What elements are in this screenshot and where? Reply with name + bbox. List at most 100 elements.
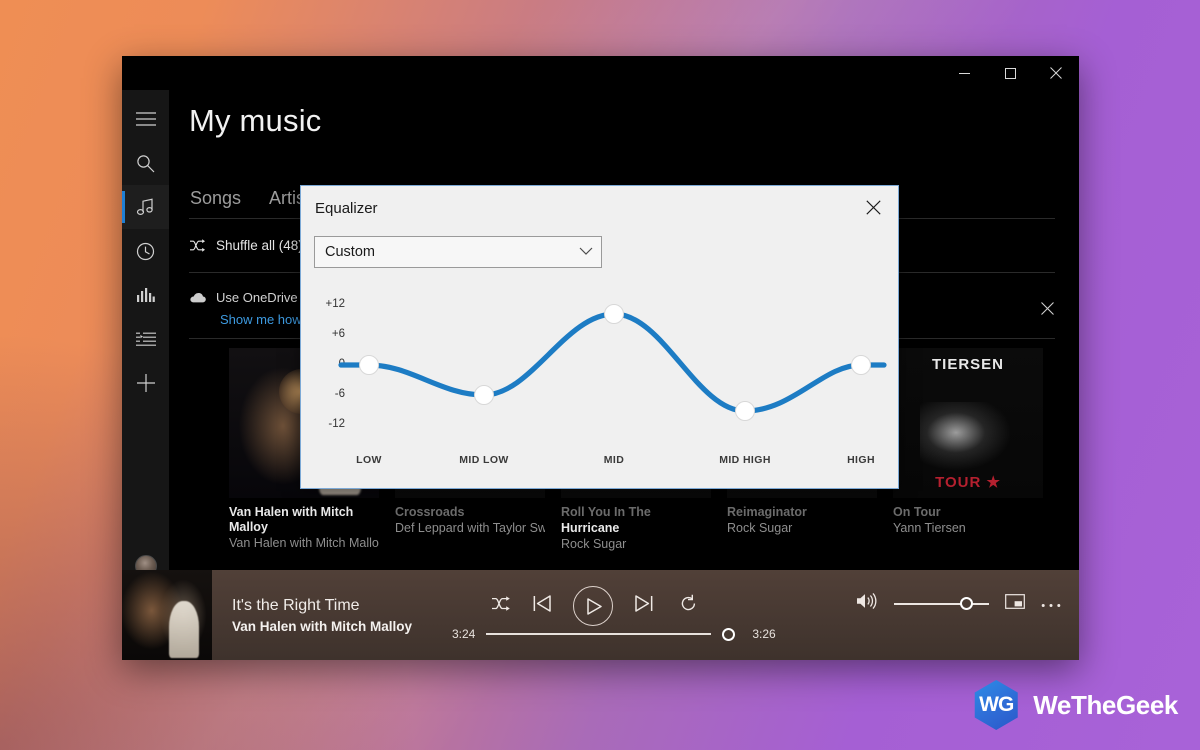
tab-songs[interactable]: Songs <box>190 188 241 212</box>
duration-time: 3:26 <box>752 627 776 641</box>
transport-controls <box>492 586 698 626</box>
eq-node-mid <box>604 304 624 324</box>
album-art-top-text: TIERSEN <box>931 356 1004 373</box>
player-bar: It's the Right Time Van Halen with Mitch… <box>122 570 1079 660</box>
sidebar-item-my-music[interactable] <box>122 185 169 229</box>
eq-node-mid-high <box>735 401 755 421</box>
next-track-icon <box>635 595 653 612</box>
equalizer-preset-value: Custom <box>325 244 375 260</box>
wethegeek-logo-icon: WG <box>971 680 1021 730</box>
sidebar-item-search[interactable] <box>122 141 169 185</box>
previous-button[interactable] <box>533 595 551 617</box>
watermark: WG WeTheGeek <box>971 680 1178 730</box>
mini-view-icon <box>1005 593 1025 609</box>
banner-close-button[interactable] <box>1041 302 1054 320</box>
equalizer-dialog: Equalizer Custom +12 +6 0 -6 -12 LOW MID… <box>300 185 899 489</box>
now-playing-art <box>122 570 212 660</box>
album-title: On Tour <box>893 505 941 519</box>
shuffle-all-button[interactable]: Shuffle all (48) <box>190 238 303 253</box>
search-icon <box>137 154 155 172</box>
next-button[interactable] <box>635 595 653 617</box>
tour-word: TOUR <box>935 474 982 491</box>
sidebar-item-new-playlist[interactable] <box>122 361 169 405</box>
sidebar-item-recent[interactable] <box>122 229 169 273</box>
eq-node-low <box>359 355 379 375</box>
equalizer-bars-icon <box>137 288 155 302</box>
album-art: TIERSEN TOUR ★ <box>893 348 1043 498</box>
more-options-button[interactable] <box>1041 595 1061 613</box>
seek-knob[interactable] <box>722 627 736 641</box>
album-art-glow <box>920 402 1010 470</box>
close-icon <box>865 199 881 215</box>
shuffle-button[interactable] <box>492 596 511 616</box>
album-artist: Rock Sugar <box>561 537 627 551</box>
sidebar-item-playlists[interactable] <box>122 317 169 361</box>
equalizer-close-button[interactable] <box>856 192 890 222</box>
volume-button[interactable] <box>856 592 878 615</box>
maximize-button[interactable] <box>987 56 1033 90</box>
play-button[interactable] <box>573 586 613 626</box>
x-tick-label: MID LOW <box>459 454 509 466</box>
playlist-icon <box>135 332 156 346</box>
sidebar-item-now-playing[interactable] <box>122 273 169 317</box>
volume-icon <box>857 592 877 610</box>
x-tick-label: LOW <box>356 454 382 466</box>
previous-track-icon <box>533 595 551 612</box>
music-note-icon <box>136 198 153 216</box>
x-tick-label: MID <box>603 454 625 466</box>
album-title: Crossroads <box>395 505 465 519</box>
watermark-brand: WeTheGeek <box>1033 689 1178 720</box>
equalizer-graph: +12 +6 0 -6 -12 LOW MID LOW MID MID HIGH <box>301 286 898 488</box>
equalizer-curve[interactable] <box>301 286 900 490</box>
seek-bar[interactable]: 3:24 3:26 <box>452 627 1079 641</box>
equalizer-title: Equalizer <box>315 200 378 217</box>
equalizer-preset-select[interactable]: Custom <box>314 236 602 268</box>
hamburger-menu-icon <box>135 112 156 126</box>
chevron-down-icon <box>579 244 593 260</box>
x-tick-label: MID HIGH <box>719 454 771 466</box>
elapsed-time: 3:24 <box>452 627 476 641</box>
repeat-icon <box>681 594 696 611</box>
close-icon <box>1041 302 1054 315</box>
x-tick-label: HIGH <box>847 454 875 466</box>
now-playing-artist: Van Halen with Mitch Malloy <box>232 618 413 634</box>
window-titlebar <box>122 56 1079 90</box>
volume-fill <box>894 602 966 605</box>
shuffle-icon <box>492 596 510 611</box>
groove-music-window: My music Songs Artists Albums Shuffle al… <box>122 56 1079 660</box>
logo-letter-g: G <box>997 693 1014 716</box>
album-artist: Yann Tiersen <box>893 521 966 535</box>
sidebar-item-menu[interactable] <box>122 97 169 141</box>
album-title: Roll You In The <box>561 505 651 519</box>
album-card[interactable]: TIERSEN TOUR ★ On Tour Yann Tiersen <box>893 348 1043 536</box>
logo-letter-w: W <box>979 693 999 716</box>
album-art-bottom-text: TOUR ★ <box>935 474 1001 491</box>
more-options-icon <box>1041 603 1061 607</box>
mini-view-button[interactable] <box>1005 593 1025 614</box>
album-title: Reimaginator <box>727 505 807 519</box>
close-button[interactable] <box>1033 56 1079 90</box>
now-playing-info: It's the Right Time Van Halen with Mitch… <box>232 597 412 634</box>
play-icon <box>587 597 602 615</box>
minimize-button[interactable] <box>941 56 987 90</box>
maximize-icon <box>1004 67 1016 79</box>
plus-icon <box>136 374 155 392</box>
volume-slider[interactable] <box>894 597 989 610</box>
album-artist: Van Halen with Mitch Mallo <box>229 536 379 550</box>
page-title: My music <box>189 103 322 138</box>
close-icon <box>1050 67 1062 79</box>
shuffle-all-label: Shuffle all (48) <box>216 238 303 253</box>
cloud-icon <box>190 293 206 303</box>
album-subtitle: Hurricane <box>561 521 620 535</box>
minimize-icon <box>958 72 970 74</box>
album-artist: Rock Sugar <box>727 521 793 535</box>
show-me-how-link[interactable]: Show me how <box>220 312 302 327</box>
volume-knob[interactable] <box>960 597 973 610</box>
eq-node-high <box>851 355 871 375</box>
album-artist: Def Leppard with Taylor Swi <box>395 521 545 535</box>
album-title: Van Halen with Mitch Malloy <box>229 505 354 534</box>
onedrive-text: Use OneDrive to <box>216 290 313 305</box>
repeat-button[interactable] <box>679 594 698 618</box>
seek-track[interactable] <box>486 633 712 635</box>
now-playing-title: It's the Right Time <box>232 596 360 614</box>
